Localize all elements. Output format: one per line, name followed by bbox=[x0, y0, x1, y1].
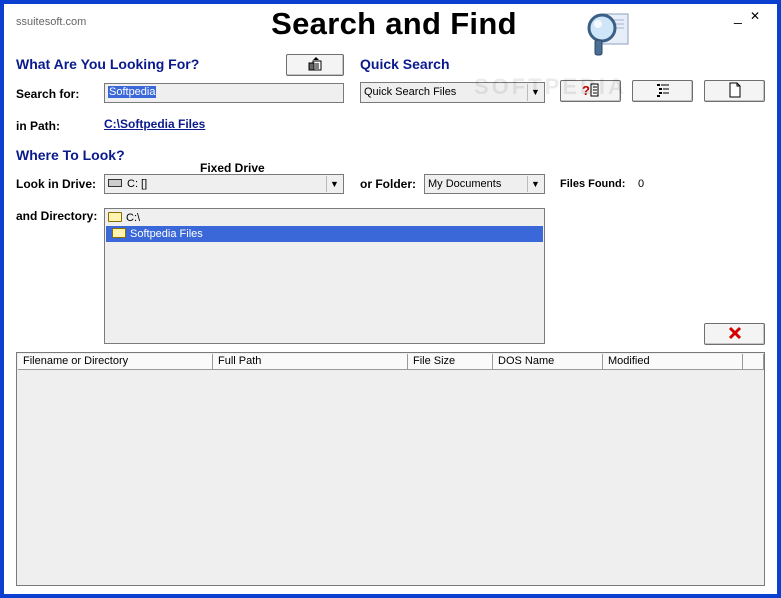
close-window-button[interactable]: ✕ bbox=[750, 9, 760, 23]
chevron-down-icon: ▼ bbox=[326, 176, 342, 192]
column-header-full-path[interactable]: Full Path bbox=[213, 354, 408, 370]
where-to-look-heading: Where To Look? bbox=[16, 147, 125, 163]
directory-tree[interactable]: C:\ Softpedia Files bbox=[104, 208, 545, 344]
tree-item-label: C:\ bbox=[126, 212, 141, 224]
column-header-file-size[interactable]: File Size bbox=[408, 354, 493, 370]
quick-search-value: Quick Search Files bbox=[364, 86, 457, 98]
looking-for-heading: What Are You Looking For? bbox=[16, 56, 200, 72]
results-grid[interactable]: Filename or Directory Full Path File Siz… bbox=[16, 352, 765, 586]
column-header-filename[interactable]: Filename or Directory bbox=[18, 354, 213, 370]
magnifier-logo-icon bbox=[584, 8, 634, 58]
folder-value: My Documents bbox=[428, 178, 502, 190]
search-for-label: Search for: bbox=[16, 87, 80, 101]
column-header-modified[interactable]: Modified bbox=[603, 354, 743, 370]
chevron-down-icon: ▼ bbox=[527, 176, 543, 192]
drive-icon bbox=[108, 179, 122, 187]
drive-select[interactable]: C: [] ▼ bbox=[104, 174, 344, 194]
tree-item-root[interactable]: C:\ bbox=[108, 210, 140, 226]
drive-value-wrap: C: [] bbox=[108, 178, 147, 190]
tree-item-softpedia-files[interactable]: Softpedia Files bbox=[106, 226, 543, 242]
list-icon bbox=[655, 83, 671, 98]
drive-value: C: [] bbox=[127, 178, 148, 190]
directory-label: and Directory: bbox=[16, 209, 98, 223]
app-window: ssuitesoft.com Search and Find _ ✕ What … bbox=[0, 0, 781, 598]
look-in-drive-label: Look in Drive: bbox=[16, 177, 97, 191]
files-found-count: 0 bbox=[638, 178, 645, 190]
brand-label: ssuitesoft.com bbox=[16, 16, 87, 28]
document-icon bbox=[728, 82, 742, 98]
client-area: ssuitesoft.com Search and Find _ ✕ What … bbox=[4, 4, 777, 594]
new-document-button[interactable] bbox=[704, 80, 765, 102]
quick-search-heading: Quick Search bbox=[360, 56, 450, 72]
options-icon bbox=[307, 57, 323, 72]
clear-button[interactable] bbox=[704, 323, 765, 345]
drive-type-label: Fixed Drive bbox=[200, 161, 265, 175]
options-button[interactable] bbox=[286, 54, 344, 76]
app-title: Search and Find bbox=[271, 6, 517, 41]
in-path-label: in Path: bbox=[16, 119, 60, 133]
minimize-button[interactable]: _ bbox=[734, 8, 742, 24]
folder-open-icon bbox=[112, 228, 126, 238]
list-button[interactable] bbox=[632, 80, 693, 102]
search-for-input[interactable]: Softpedia bbox=[104, 83, 344, 103]
in-path-link[interactable]: C:\Softpedia Files bbox=[104, 117, 205, 131]
red-x-icon bbox=[728, 326, 742, 341]
tree-item-label: Softpedia Files bbox=[130, 228, 203, 240]
folder-open-icon bbox=[108, 212, 122, 222]
column-header-dos-name[interactable]: DOS Name bbox=[493, 354, 603, 370]
files-found-label: Files Found: bbox=[560, 178, 626, 190]
column-header-filler bbox=[743, 354, 764, 370]
or-folder-label: or Folder: bbox=[360, 177, 416, 191]
search-for-value: Softpedia bbox=[108, 86, 157, 98]
folder-select[interactable]: My Documents ▼ bbox=[424, 174, 545, 194]
watermark: SOFTPEDIA bbox=[474, 74, 627, 99]
